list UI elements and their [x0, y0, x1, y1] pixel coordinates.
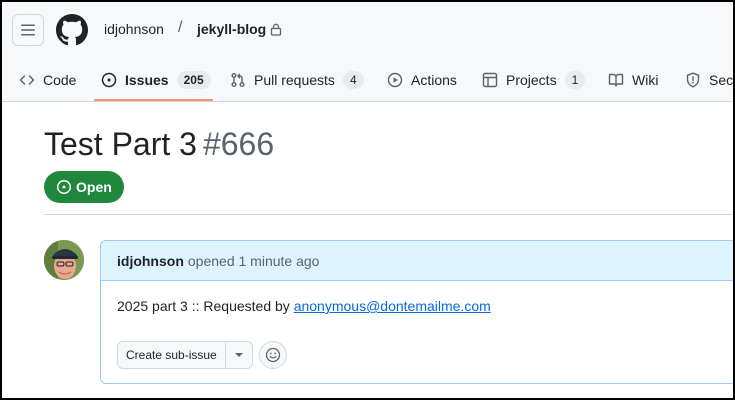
projects-count: 1	[564, 71, 586, 89]
book-icon	[608, 73, 624, 87]
issue-opened-icon	[101, 72, 117, 88]
github-mark-icon[interactable]	[56, 14, 88, 46]
tab-label: Secu	[709, 72, 733, 88]
header-divider	[44, 214, 733, 215]
issues-count: 205	[176, 71, 211, 89]
comment-header: idjohnson opened 1 minute ago	[101, 241, 733, 281]
page: idjohnson / jekyll-blog Code Issues 205 …	[2, 2, 733, 398]
repo-link[interactable]: jekyll-blog	[197, 21, 266, 37]
owner-link[interactable]: idjohnson	[104, 21, 164, 37]
create-sub-issue-button[interactable]: Create sub-issue	[118, 342, 226, 368]
tab-actions[interactable]: Actions	[387, 58, 457, 102]
smiley-icon	[265, 347, 281, 363]
table-icon	[482, 72, 498, 88]
path-separator: /	[178, 19, 183, 36]
tab-label: Actions	[411, 72, 457, 88]
tab-security[interactable]: Secu	[685, 58, 733, 102]
add-reaction-button[interactable]	[259, 341, 287, 369]
issue-number: #666	[202, 126, 275, 162]
comment-author[interactable]: idjohnson	[117, 253, 184, 269]
hamburger-icon	[21, 24, 35, 36]
issue-comment: idjohnson opened 1 minute ago 2025 part …	[100, 240, 733, 384]
comment-body-text: 2025 part 3 :: Requested by	[117, 298, 294, 314]
tab-label: Issues	[125, 72, 169, 88]
git-pull-request-icon	[231, 73, 245, 87]
avatar-image	[44, 240, 84, 280]
repo-header: idjohnson / jekyll-blog Code Issues 205 …	[2, 2, 733, 102]
tab-wiki[interactable]: Wiki	[608, 58, 658, 102]
comment-body: 2025 part 3 :: Requested by anonymous@do…	[117, 298, 491, 314]
shield-icon	[686, 72, 700, 88]
issue-state-badge: Open	[44, 171, 124, 203]
create-sub-issue-dropdown[interactable]	[226, 342, 252, 368]
tab-label: Projects	[506, 72, 557, 88]
tab-label: Code	[43, 72, 77, 88]
tab-pull-requests[interactable]: Pull requests 4	[230, 58, 364, 102]
tab-label: Pull requests	[254, 72, 335, 88]
tab-code[interactable]: Code	[19, 58, 76, 102]
comment-timestamp: opened 1 minute ago	[187, 252, 320, 269]
tab-projects[interactable]: Projects 1	[482, 58, 586, 102]
avatar[interactable]	[44, 240, 84, 280]
code-icon	[19, 75, 35, 85]
issue-opened-icon	[56, 179, 72, 195]
requester-email-link[interactable]: anonymous@dontemailme.com	[294, 298, 491, 314]
pull-requests-count: 4	[342, 71, 364, 89]
selected-tab-indicator	[94, 99, 213, 101]
lock-icon	[270, 23, 282, 36]
menu-button[interactable]	[12, 14, 44, 46]
issue-state-label: Open	[76, 179, 112, 195]
repo-nav-tabs: Code Issues 205 Pull requests 4 Actions …	[2, 58, 733, 102]
issue-title: Test Part 3 #666	[44, 126, 274, 163]
triangle-down-icon	[234, 353, 243, 357]
create-sub-issue-group: Create sub-issue	[117, 341, 253, 369]
tab-label: Wiki	[632, 72, 659, 88]
play-icon	[387, 72, 403, 88]
issue-title-text: Test Part 3	[44, 126, 197, 162]
tab-issues[interactable]: Issues 205	[101, 58, 211, 102]
